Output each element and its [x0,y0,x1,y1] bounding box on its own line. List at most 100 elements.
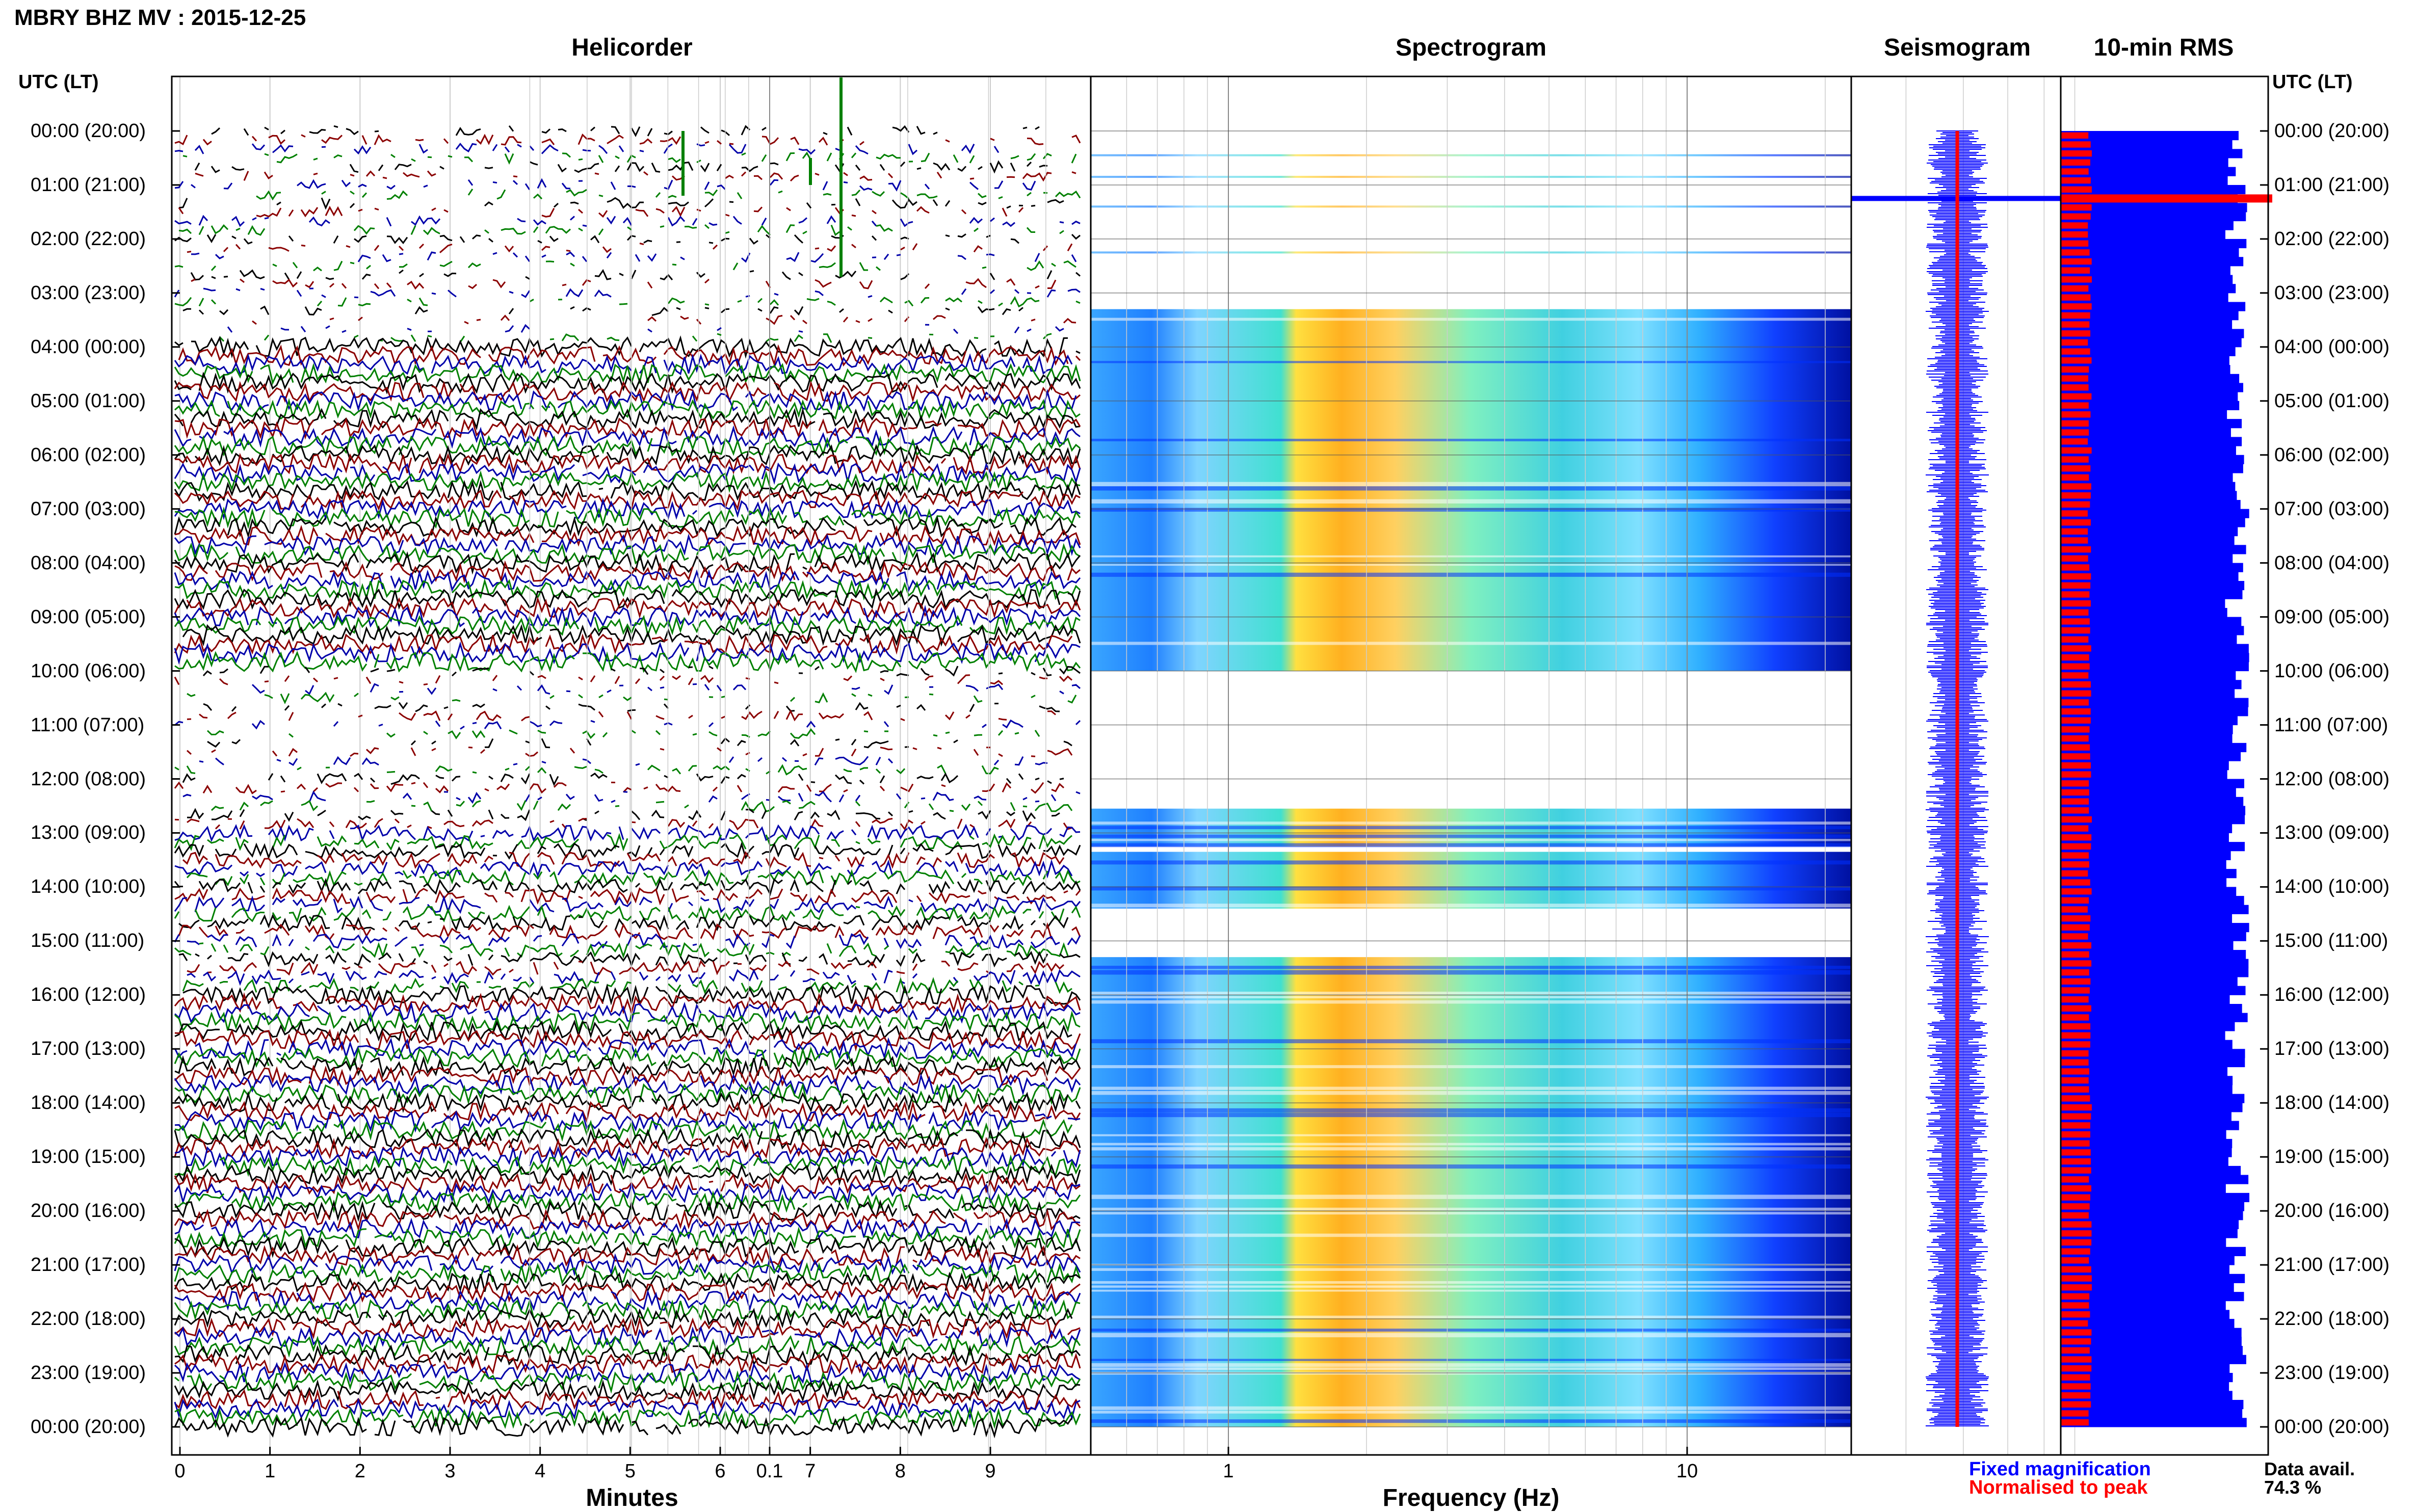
spectrogram-band [1091,1363,1851,1367]
rms-fixed-bar [2061,698,2249,707]
rms-normalised-bar [2061,1095,2090,1102]
spectrogram-band [1091,499,1851,503]
helicorder-trace [175,765,1072,774]
helicorder-trace [174,1046,1081,1069]
rms-normalised-bar [2061,456,2089,463]
helicorder-trace [174,260,1076,272]
rms-normalised-bar [2061,1320,2088,1327]
helicorder-trace [174,887,1081,906]
rms-normalised-bar [2061,897,2089,904]
spectrogram-line [1091,154,1851,156]
rms-normalised-bar [2061,780,2089,787]
rms-normalised-bar [2061,1005,2091,1012]
helicorder-trace [251,683,1081,695]
spectrogram-band [1091,1000,1851,1004]
helicorder-trace [187,810,1072,820]
helicorder-trace [190,269,1081,281]
rms-normalised-bar [2061,1383,2091,1390]
rms-normalised-bar [2061,204,2092,211]
rms-normalised-bar [2061,672,2089,679]
rms-normalised-bar [2061,1185,2091,1192]
rms-fixed-bar [2061,1175,2249,1184]
rms-normalised-bar [2061,402,2089,409]
spectrogram-band [1091,1333,1851,1338]
rms-normalised-bar [2061,1023,2091,1030]
rms-normalised-bar [2061,528,2088,535]
rms-normalised-bar [2061,429,2089,436]
rms-normalised-bar [2061,303,2092,310]
helicorder-trace [186,747,1073,757]
helicorder-trace [178,950,1081,968]
rms-normalised-bar [2061,717,2091,724]
rms-normalised-bar [2061,591,2090,598]
helicorder-trace [175,943,1076,957]
rms-normalised-bar [2061,1041,2090,1048]
rms-normalised-bar [2061,321,2090,328]
rms-normalised-bar [2061,663,2090,670]
rms-normalised-bar [2061,807,2089,814]
spectrogram-band [1091,1134,1851,1136]
rms-normalised-bar [2061,735,2089,742]
spectrogram-band [1091,1143,1851,1146]
rms-normalised-bar [2061,1275,2092,1282]
rms-normalised-bar [2061,834,2092,841]
spectrogram-band [1091,642,1851,645]
spectrogram-band [1091,361,1851,363]
rms-normalised-bar [2061,843,2091,850]
rms-normalised-bar [2061,915,2091,922]
rms-normalised-bar [2061,1212,2089,1219]
rms-normalised-bar [2061,933,2088,940]
rms-normalised-bar [2061,339,2088,346]
spectrogram-band [1091,1147,1851,1151]
rms-normalised-bar [2061,276,2092,283]
helicorder-trace [212,801,1080,812]
rms-normalised-bar [2061,267,2090,274]
helicorder-trace [174,1334,1081,1358]
rms-normalised-bar [2061,1149,2091,1156]
rms-normalised-bar [2061,1293,2090,1300]
seismogram-panel [1851,130,2061,1427]
rms-normalised-bar [2061,510,2088,517]
helicorder-trace [174,1100,1081,1124]
rms-normalised-bar [2061,744,2090,751]
helicorder-trace [175,1310,1080,1328]
rms-normalised-bar [2061,762,2091,769]
rms-normalised-bar [2061,492,2091,499]
rms-normalised-bar [2061,240,2089,247]
helicorder-trace [174,588,1081,611]
rms-normalised-bar [2061,1401,2091,1408]
rms-normalised-bar [2061,1392,2091,1399]
spectrogram-band [1091,1065,1851,1069]
rms-normalised-bar [2061,537,2088,544]
rms-normalised-bar [2061,798,2089,805]
rms-normalised-bar [2061,906,2088,913]
helicorder-trace [203,703,1068,712]
rms-normalised-bar [2061,1284,2092,1291]
rms-normalised-bar [2061,375,2089,382]
rms-normalised-bar [2061,141,2091,148]
spectrogram-band [1091,834,1851,838]
rms-panel [2061,131,2272,1427]
helicorder-trace [174,1154,1081,1178]
helicorder-trace [174,497,1081,521]
rms-fixed-bar [2061,437,2242,446]
rms-normalised-bar [2061,627,2090,634]
rms-normalised-bar [2061,573,2091,580]
rms-normalised-bar [2061,870,2088,877]
rms-normalised-bar [2061,645,2091,652]
helicorder-panel [175,76,1080,1455]
rms-normalised-bar [2061,825,2089,832]
rms-normalised-bar [2061,312,2090,319]
spectrogram-band [1091,572,1851,577]
rms-normalised-bar [2061,1167,2091,1174]
rms-normalised-bar [2061,411,2091,418]
spectrogram-band [1091,1419,1851,1423]
helicorder-trace [182,151,1077,165]
rms-normalised-bar [2061,420,2089,427]
spectrogram-band [1091,1086,1851,1090]
spectrogram-segment [1091,852,1851,909]
rms-normalised-bar [2061,501,2090,508]
helicorder-trace [187,243,1073,253]
spectrogram-band [1091,826,1851,830]
rms-normalised-bar [2061,1158,2091,1165]
